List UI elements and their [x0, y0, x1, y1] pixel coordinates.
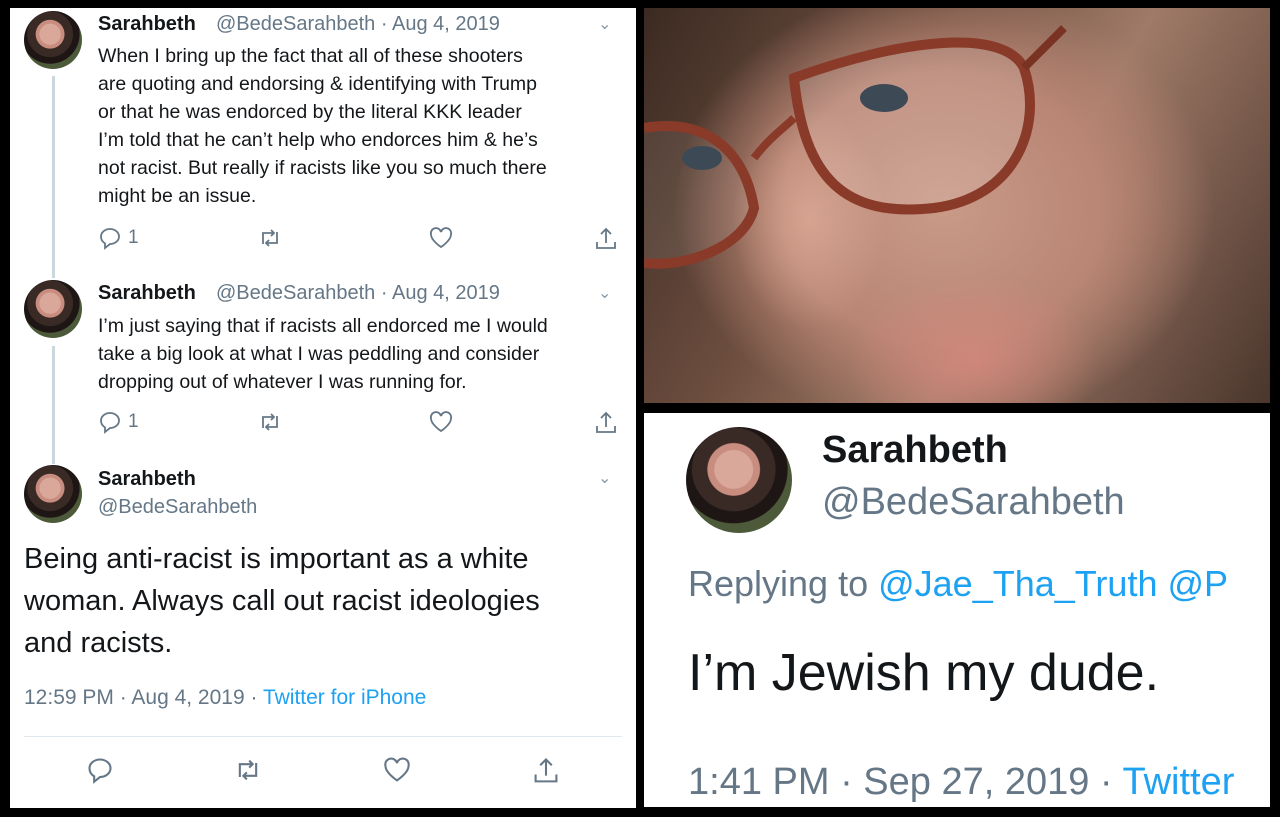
replying-prefix: Replying to [688, 563, 879, 604]
share-button[interactable] [532, 756, 560, 786]
share-icon [534, 757, 558, 783]
like-button[interactable] [382, 756, 412, 784]
like-icon [384, 757, 410, 782]
retweet-button[interactable] [258, 226, 282, 250]
divider [24, 736, 622, 737]
replying-to: Replying to @Jae_Tha_Truth @P [688, 563, 1228, 605]
handle-date[interactable]: @BedeSarahbeth · Aug 4, 2019 [216, 13, 500, 36]
tweet-text: Being anti-racist is important as a whit… [24, 543, 540, 659]
tweet-source[interactable]: Twitter [1122, 761, 1234, 803]
retweet-button[interactable] [258, 410, 282, 434]
like-button[interactable] [428, 410, 454, 434]
like-icon [429, 227, 453, 249]
reply-tweet-screenshot: Sarahbeth @BedeSarahbeth Replying to @Ja… [644, 413, 1270, 807]
chevron-down-icon[interactable]: ⌄ [598, 468, 611, 488]
like-button[interactable] [428, 226, 454, 250]
reply-count: 1 [128, 411, 139, 432]
user-name[interactable]: Sarahbeth [98, 13, 196, 36]
share-button[interactable] [594, 226, 618, 252]
timestamp[interactable]: 12:59 PM · Aug 4, 2019 · [24, 686, 263, 709]
tweet-text: When I bring up the fact that all of the… [98, 45, 547, 207]
user-name[interactable]: Sarahbeth [98, 282, 196, 305]
retweet-icon [262, 229, 278, 247]
handle-date[interactable]: @BedeSarahbeth · Aug 4, 2019 [216, 282, 500, 305]
tweet-meta: 1:41 PM · Sep 27, 2019 · Twitter [688, 761, 1234, 804]
reply-icon [100, 412, 120, 434]
reply-button[interactable]: 1 [98, 410, 139, 434]
retweet-icon [238, 759, 258, 781]
tweet-text: I’m just saying that if racists all endo… [98, 315, 548, 393]
share-icon [596, 227, 616, 249]
reply-icon [88, 758, 112, 784]
avatar[interactable] [686, 427, 792, 533]
user-handle[interactable]: @BedeSarahbeth [98, 496, 257, 519]
thread-connector [52, 346, 55, 464]
chevron-down-icon[interactable]: ⌄ [598, 14, 611, 34]
tweet-text: I’m Jewish my dude. [688, 644, 1160, 702]
reply-button[interactable]: 1 [98, 226, 139, 250]
glasses-illustration [644, 25, 1067, 269]
user-name[interactable]: Sarahbeth [98, 468, 196, 491]
timestamp[interactable]: 1:41 PM · Sep 27, 2019 · [688, 761, 1122, 803]
user-handle[interactable]: @BedeSarahbeth [822, 481, 1125, 524]
avatar[interactable] [24, 465, 82, 523]
share-button[interactable] [594, 410, 618, 436]
retweet-button[interactable] [234, 756, 262, 784]
selfie-photo [644, 8, 1270, 403]
like-icon [429, 411, 453, 433]
tweet-meta: 12:59 PM · Aug 4, 2019 · Twitter for iPh… [24, 686, 426, 710]
reply-icon [100, 228, 120, 250]
chevron-down-icon[interactable]: ⌄ [598, 283, 611, 303]
share-icon [596, 411, 616, 433]
replying-to-link[interactable]: @Jae_Tha_Truth @P [878, 563, 1228, 604]
avatar[interactable] [24, 11, 82, 69]
user-name[interactable]: Sarahbeth [822, 429, 1008, 472]
thread-connector [52, 76, 55, 278]
reply-count: 1 [128, 227, 139, 248]
reply-button[interactable] [86, 756, 114, 784]
tweet-source[interactable]: Twitter for iPhone [263, 686, 426, 709]
retweet-icon [262, 413, 278, 431]
avatar[interactable] [24, 280, 82, 338]
thread-screenshot: Sarahbeth @BedeSarahbeth · Aug 4, 2019 ⌄… [10, 8, 636, 808]
